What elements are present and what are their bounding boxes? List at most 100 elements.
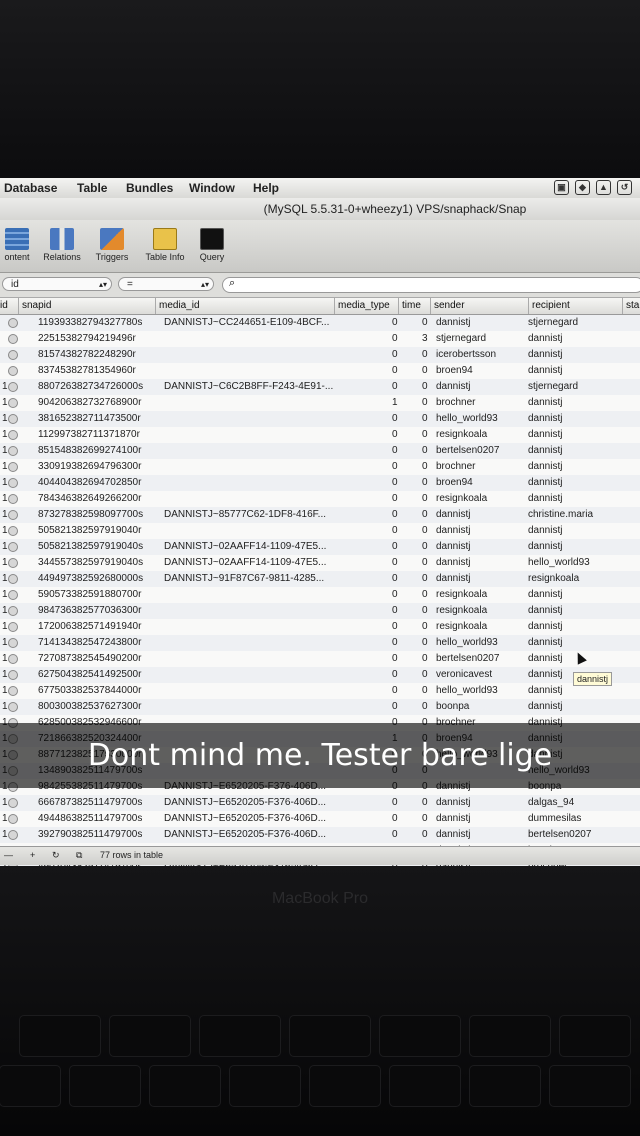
cell-media-type[interactable]: 0 — [392, 701, 398, 712]
cell-time[interactable]: 0 — [422, 637, 428, 648]
cell-recipient[interactable]: dannistj — [528, 429, 562, 440]
cell-recipient[interactable]: dannistj — [528, 477, 562, 488]
col-snapid[interactable]: snapid — [22, 300, 51, 311]
cell-snapid[interactable]: 880726382734726000s — [38, 381, 143, 392]
cell-time[interactable]: 0 — [422, 525, 428, 536]
cell-recipient[interactable]: stjernegard — [528, 381, 578, 392]
cell-snapid[interactable]: 119393382794327780s — [38, 317, 142, 328]
table-row[interactable]: 1 494486382511479700s DANNISTJ~E6520205-F3… — [0, 811, 640, 827]
cell-id[interactable]: 1 — [2, 621, 8, 632]
col-id[interactable]: id — [0, 300, 8, 311]
cell-sender[interactable]: stjernegard — [436, 333, 486, 344]
cell-snapid[interactable]: 494486382511479700s — [38, 813, 142, 824]
cell-id[interactable]: 1 — [2, 829, 8, 840]
cell-time[interactable]: 0 — [422, 685, 428, 696]
cell-time[interactable]: 0 — [422, 365, 428, 376]
table-row[interactable]: 1 984736382577036300r 0 0 resignkoala dannist… — [0, 603, 640, 619]
cell-sender[interactable]: dannistj — [436, 509, 470, 520]
cell-media-type[interactable]: 0 — [392, 509, 398, 520]
cell-media-type[interactable]: 0 — [392, 349, 398, 360]
table-row[interactable]: 22515382794219496r 0 3 stjernegard dannistj — [0, 331, 640, 347]
cell-sender[interactable]: hello_world93 — [436, 637, 498, 648]
cell-snapid[interactable]: 666787382511479700s — [38, 797, 142, 808]
cell-recipient[interactable]: dannistj — [528, 541, 562, 552]
cell-sender[interactable]: broen94 — [436, 365, 473, 376]
cell-media-type[interactable]: 0 — [392, 669, 398, 680]
cell-snapid[interactable]: 449497382592680000s — [38, 573, 143, 584]
cell-recipient[interactable]: dannistj — [528, 365, 562, 376]
cell-time[interactable]: 0 — [422, 669, 428, 680]
dropbox-icon[interactable]: ◆ — [575, 180, 590, 195]
cell-snapid[interactable]: 330919382694796300r — [38, 461, 141, 472]
table-row[interactable]: 1 784346382649266200r 0 0 resignkoala dannist… — [0, 491, 640, 507]
table-row[interactable]: 1 677503382537844000r 0 0 hello_world93 danni… — [0, 683, 640, 699]
cell-time[interactable]: 0 — [422, 349, 428, 360]
time-machine-icon[interactable]: ↺ — [617, 180, 632, 195]
cell-id[interactable]: 1 — [2, 653, 8, 664]
cell-snapid[interactable]: 172006382571491940r — [38, 621, 141, 632]
cell-snapid[interactable]: 344557382597919040s — [38, 557, 143, 568]
col-recipient[interactable]: recipient — [532, 300, 570, 311]
cell-id[interactable]: 1 — [2, 477, 8, 488]
col-sender[interactable]: sender — [434, 300, 465, 311]
cell-media-type[interactable]: 0 — [392, 637, 398, 648]
cell-id[interactable]: 1 — [2, 429, 8, 440]
cell-time[interactable]: 0 — [422, 493, 428, 504]
cell-recipient[interactable]: dannistj — [528, 653, 562, 664]
cell-media-id[interactable]: DANNISTJ~E6520205-F376-406D... — [164, 813, 326, 824]
cell-sender[interactable]: resignkoala — [436, 589, 487, 600]
add-row-icon[interactable]: + — [30, 850, 35, 860]
cell-snapid[interactable]: 714134382547243800r — [38, 637, 141, 648]
drive-icon[interactable]: ▲ — [596, 180, 611, 195]
cell-recipient[interactable]: dannistj — [528, 669, 562, 680]
refresh-icon[interactable]: ↻ — [52, 850, 60, 861]
cell-sender[interactable]: hello_world93 — [436, 413, 498, 424]
cell-snapid[interactable]: 505821382597919040r — [38, 525, 141, 536]
cell-time[interactable]: 0 — [422, 429, 428, 440]
menu-table[interactable]: Table — [77, 181, 107, 195]
cell-id[interactable]: 1 — [2, 557, 8, 568]
cell-media-type[interactable]: 0 — [392, 813, 398, 824]
cell-snapid[interactable]: 677503382537844000r — [38, 685, 141, 696]
cell-recipient[interactable]: dannistj — [528, 445, 562, 456]
cell-snapid[interactable]: 381652382711473500r — [38, 413, 141, 424]
cell-recipient[interactable]: dalgas_94 — [528, 797, 574, 808]
table-row[interactable]: 1 800300382537627300r 0 0 boonpa dannistj — [0, 699, 640, 715]
cell-id[interactable]: 1 — [2, 541, 8, 552]
cell-sender[interactable]: dannistj — [436, 381, 470, 392]
cell-sender[interactable]: dannistj — [436, 317, 470, 328]
query-tab[interactable]: Query — [196, 228, 228, 262]
cell-snapid[interactable]: 404404382694702850r — [38, 477, 141, 488]
cell-recipient[interactable]: dannistj — [528, 493, 562, 504]
cell-id[interactable]: 1 — [2, 605, 8, 616]
cell-id[interactable]: 1 — [2, 685, 8, 696]
table-info-tab[interactable]: Table Info — [141, 228, 189, 262]
cell-media-type[interactable]: 0 — [392, 525, 398, 536]
table-row[interactable]: 1 404404382694702850r 0 0 broen94 dannistj — [0, 475, 640, 491]
cell-snapid[interactable]: 727087382545490200r — [38, 653, 141, 664]
cell-media-id[interactable]: DANNISTJ~E6520205-F376-406D... — [164, 797, 326, 808]
cell-time[interactable]: 0 — [422, 397, 428, 408]
cell-recipient[interactable]: dannistj — [528, 605, 562, 616]
triggers-tab[interactable]: Triggers — [92, 228, 132, 262]
cell-sender[interactable]: veronicavest — [436, 669, 492, 680]
cell-media-type[interactable]: 0 — [392, 317, 398, 328]
cell-time[interactable]: 0 — [422, 653, 428, 664]
cell-snapid[interactable]: 590573382591880700r — [38, 589, 141, 600]
cell-media-type[interactable]: 0 — [392, 365, 398, 376]
cell-time[interactable]: 0 — [422, 829, 428, 840]
cell-media-id[interactable]: DANNISTJ~CC244651-E109-4BCF... — [164, 317, 329, 328]
cell-recipient[interactable]: dannistj — [528, 461, 562, 472]
table-row[interactable]: 1 505821382597919040s DANNISTJ~02AAFF14-11… — [0, 539, 640, 555]
filter-operator-select[interactable]: = ▴▾ — [118, 277, 214, 291]
cell-media-type[interactable]: 0 — [392, 429, 398, 440]
filter-field-select[interactable]: id ▴▾ — [2, 277, 112, 291]
cell-id[interactable]: 1 — [2, 381, 8, 392]
cell-sender[interactable]: dannistj — [436, 557, 470, 568]
cell-recipient[interactable]: dannistj — [528, 349, 562, 360]
cell-sender[interactable]: dannistj — [436, 541, 470, 552]
duplicate-icon[interactable]: ⧉ — [76, 850, 82, 861]
table-row[interactable]: 1 449497382592680000s DANNISTJ~91F87C67-98… — [0, 571, 640, 587]
cell-media-id[interactable]: DANNISTJ~E6520205-F376-406D... — [164, 829, 326, 840]
cell-sender[interactable]: dannistj — [436, 525, 470, 536]
